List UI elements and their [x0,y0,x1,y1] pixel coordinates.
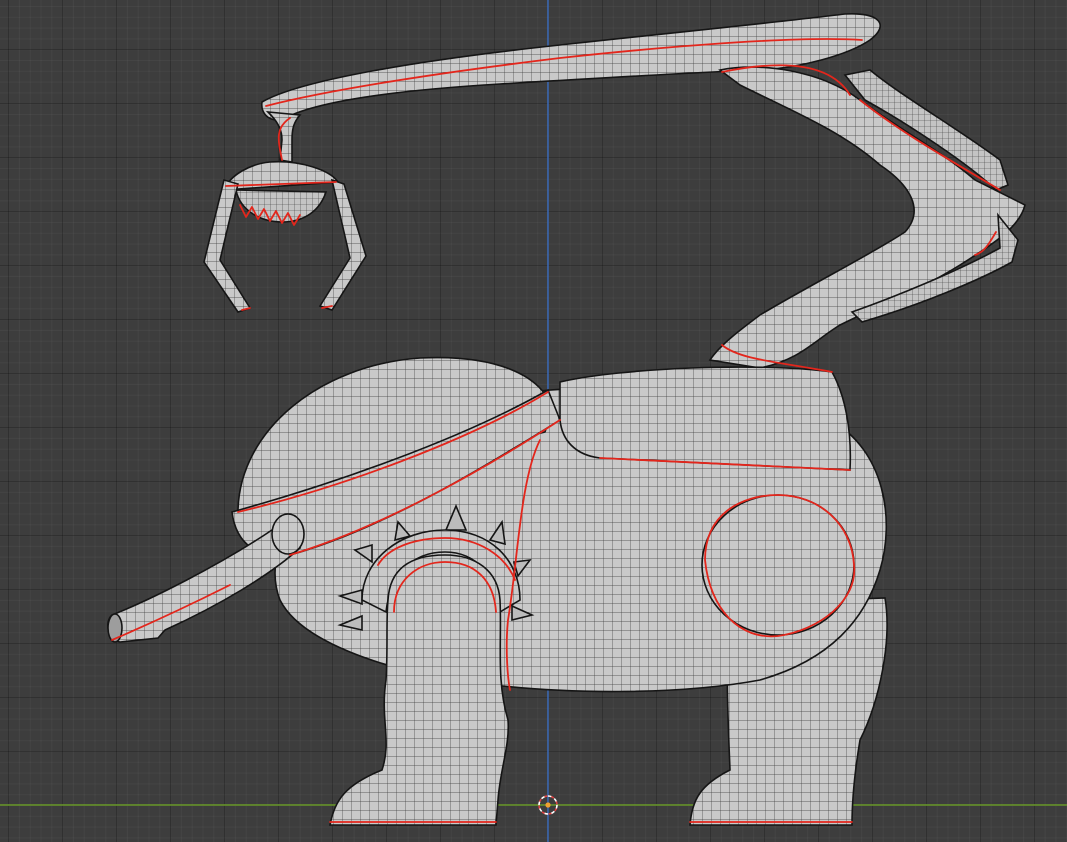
origin-point-icon [545,802,551,808]
3d-viewport[interactable] [0,0,1067,842]
robot-mesh[interactable] [107,13,1026,826]
crane-arm-descent[interactable] [708,66,1026,369]
claw[interactable] [203,160,367,313]
cannon-barrel[interactable] [107,529,302,643]
cannon-mount[interactable] [271,513,305,555]
saddle-plate[interactable] [559,366,852,471]
